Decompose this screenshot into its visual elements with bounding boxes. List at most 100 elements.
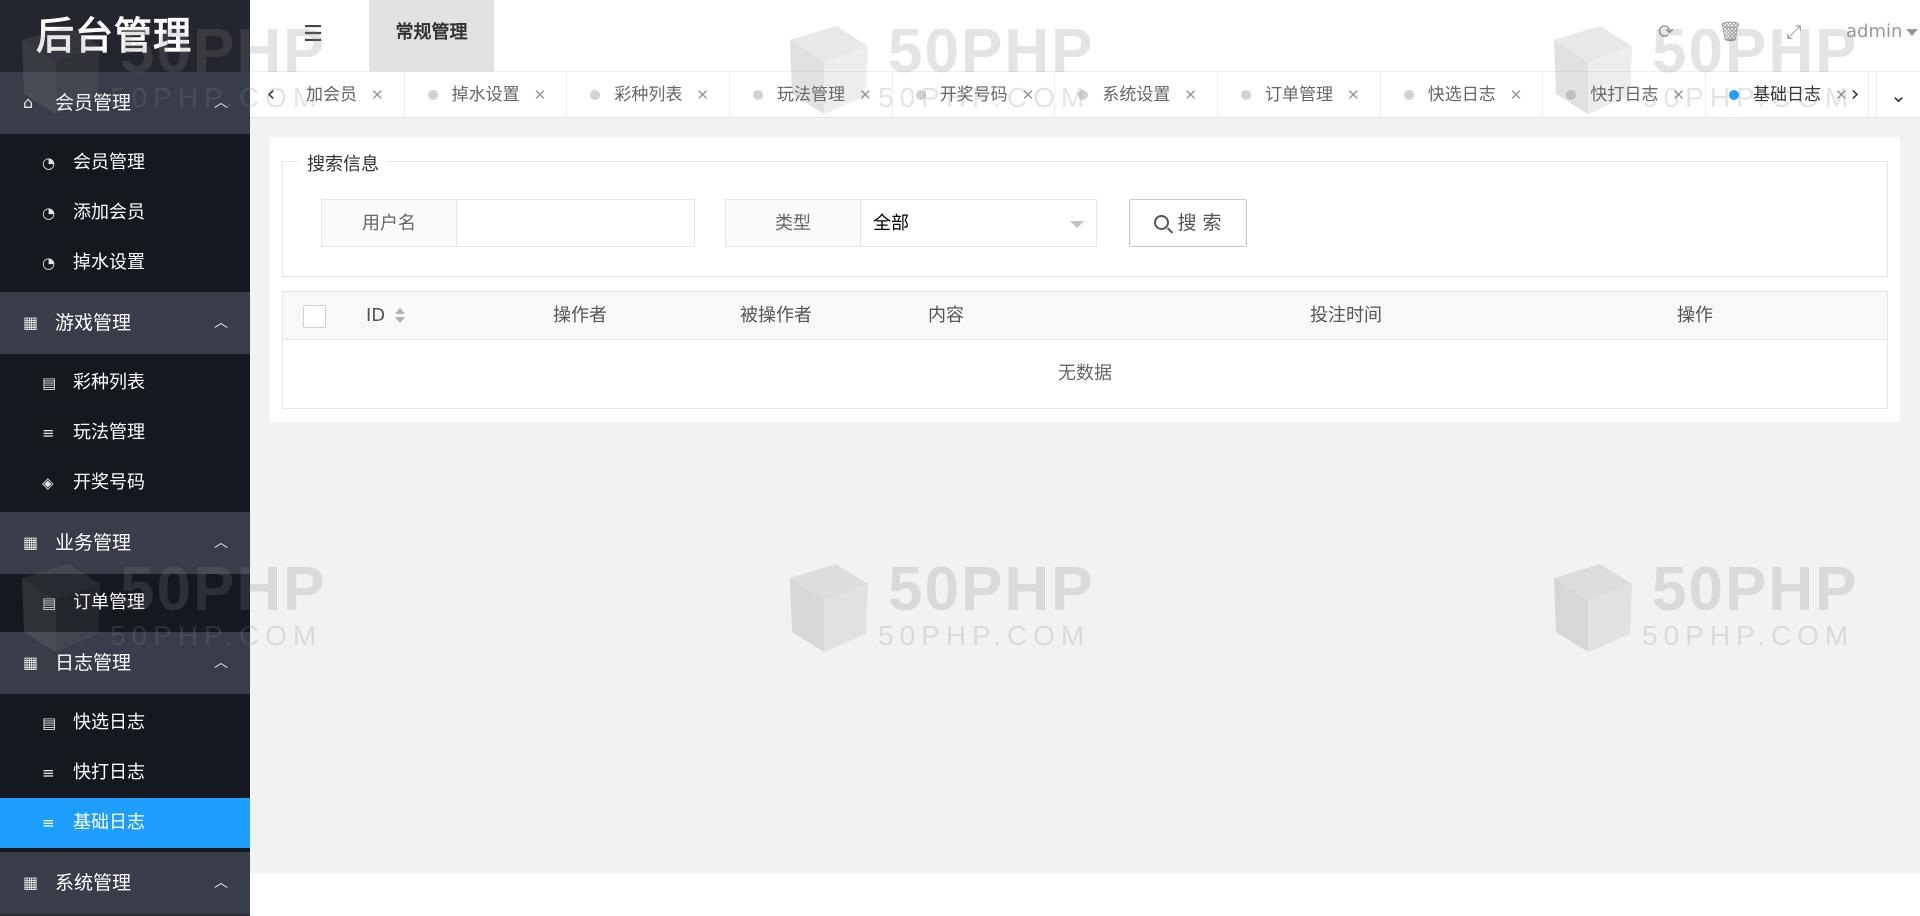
chevron-right-icon[interactable]: ›: [1834, 72, 1876, 118]
close-icon[interactable]: ✕: [1347, 86, 1360, 104]
tab-label: 快打日志: [1590, 85, 1659, 105]
tags-icon: ◈: [42, 474, 54, 492]
close-icon[interactable]: ✕: [1672, 86, 1685, 104]
bars-icon: ≡: [42, 814, 55, 832]
sidebar-item-lottery-list[interactable]: ▤ 彩种列表: [0, 358, 250, 408]
sidebar-item-label: 彩种列表: [73, 372, 145, 393]
sidebar-item-label: 快打日志: [73, 762, 145, 783]
sidebar-item-draw-numbers[interactable]: ◈ 开奖号码: [0, 458, 250, 508]
fullscreen-icon[interactable]: ⤢: [1782, 20, 1806, 44]
tab-dot: [1566, 90, 1577, 100]
tab-play-manage[interactable]: 玩法管理 ✕: [735, 72, 893, 118]
refresh-icon[interactable]: ⟳: [1654, 20, 1678, 44]
sidebar-item-label: 快选日志: [73, 712, 145, 733]
sidebar-item-label: 开奖号码: [73, 472, 145, 493]
tab-label: 加会员: [306, 85, 357, 105]
tab-quick-bet-log[interactable]: 快打日志 ✕: [1548, 72, 1706, 118]
tab-label: 系统设置: [1102, 85, 1171, 105]
sidebar-item-label: 会员管理: [73, 152, 145, 173]
calendar-icon: ▦: [23, 653, 39, 672]
search-button[interactable]: 搜 索: [1129, 199, 1247, 247]
column-header-content: 内容: [928, 305, 964, 326]
tab-label: 开奖号码: [939, 85, 1008, 105]
close-icon[interactable]: ✕: [696, 86, 709, 104]
top-nav-tab-general[interactable]: 常规管理: [369, 0, 494, 72]
close-icon[interactable]: ✕: [1510, 86, 1523, 104]
tab-dot: [915, 90, 926, 100]
nav-group-label: 会员管理: [55, 92, 132, 114]
sidebar-item-label: 玩法管理: [73, 422, 145, 443]
dashboard-icon: ◔: [42, 154, 56, 172]
close-icon[interactable]: ✕: [1184, 86, 1197, 104]
tab-label: 快选日志: [1427, 85, 1496, 105]
nav-group-business[interactable]: ▦ 业务管理 ︿: [0, 512, 250, 574]
nav-group-label: 游戏管理: [55, 312, 132, 334]
close-icon[interactable]: ✕: [371, 86, 384, 104]
chevron-up-icon: ︿: [214, 95, 228, 111]
tab-water-settings[interactable]: 掉水设置 ✕: [410, 72, 568, 118]
nav-sub-business: ▤ 订单管理: [0, 574, 250, 632]
close-icon[interactable]: ✕: [859, 86, 872, 104]
close-icon[interactable]: ✕: [1022, 86, 1035, 104]
sort-icon[interactable]: [395, 308, 406, 324]
sidebar: 后台管理 ⌂ 会员管理 ︿ ◔ 会员管理 ◔ 添加会员 ◔ 掉水设置 ▦ 游戏管…: [0, 0, 250, 916]
calendar-icon: ▦: [23, 873, 39, 892]
nav-group-game[interactable]: ▦ 游戏管理 ︿: [0, 292, 250, 354]
main-content: 搜索信息 用户名 类型 全部 搜 索 ID 操作者 被操作者 内容 投注时间 操…: [250, 118, 1920, 873]
sidebar-item-play-manage[interactable]: ≡ 玩法管理: [0, 408, 250, 458]
sidebar-item-quick-select-log[interactable]: ▤ 快选日志: [0, 698, 250, 748]
bars-icon: ≡: [42, 764, 55, 782]
calendar-icon: ▦: [23, 533, 39, 552]
type-select-value: 全部: [873, 213, 909, 234]
tab-dot: [1241, 90, 1252, 100]
sidebar-item-quick-bet-log[interactable]: ≡ 快打日志: [0, 748, 250, 798]
menu-icon[interactable]: ☰: [300, 22, 326, 48]
username-input[interactable]: [457, 199, 695, 247]
tab-dot: [1729, 90, 1740, 100]
nav-sub-log: ▤ 快选日志 ≡ 快打日志 ≡ 基础日志: [0, 694, 250, 852]
top-header: ☰ 常规管理 ⟳ 🗑 ⤢ admin: [250, 0, 1920, 72]
sidebar-item-add-member[interactable]: ◔ 添加会员: [0, 188, 250, 238]
nav-group-log[interactable]: ▦ 日志管理 ︿: [0, 632, 250, 694]
sidebar-item-water-settings[interactable]: ◔ 掉水设置: [0, 238, 250, 288]
chevron-left-icon[interactable]: ‹: [250, 72, 292, 118]
column-header-id[interactable]: ID: [366, 292, 406, 340]
sidebar-item-label: 掉水设置: [73, 252, 145, 273]
tab-draw-numbers[interactable]: 开奖号码 ✕: [898, 72, 1056, 118]
nav-group-member[interactable]: ⌂ 会员管理 ︿: [0, 72, 250, 134]
list-alt-icon: ▤: [42, 714, 57, 732]
close-icon[interactable]: ✕: [534, 86, 547, 104]
nav-group-label: 系统管理: [55, 872, 132, 894]
tab-label: 彩种列表: [614, 85, 683, 105]
tab-dot: [427, 90, 438, 100]
column-header-bet-time: 投注时间: [1310, 305, 1382, 326]
tab-dot: [1403, 90, 1414, 100]
type-select[interactable]: 全部: [861, 199, 1097, 247]
trash-icon[interactable]: 🗑: [1718, 20, 1742, 44]
tab-order-manage[interactable]: 订单管理 ✕: [1223, 72, 1381, 118]
type-label: 类型: [725, 199, 861, 247]
chevron-up-icon: ︿: [214, 535, 228, 551]
sidebar-item-label: 基础日志: [73, 812, 145, 833]
tab-system-settings[interactable]: 系统设置 ✕: [1060, 72, 1218, 118]
caret-down-icon: [1906, 28, 1919, 36]
tab-label: 订单管理: [1265, 85, 1334, 105]
user-menu[interactable]: admin: [1846, 21, 1919, 42]
sidebar-item-member-manage[interactable]: ◔ 会员管理: [0, 138, 250, 188]
tab-add-member[interactable]: 加会员 ✕: [292, 72, 405, 118]
sidebar-item-basic-log[interactable]: ≡ 基础日志: [0, 798, 250, 848]
app-logo: 后台管理: [0, 0, 250, 72]
tab-quick-select-log[interactable]: 快选日志 ✕: [1386, 72, 1544, 118]
nav-group-system[interactable]: ▦ 系统管理 ︿: [0, 852, 250, 914]
column-header-operator: 操作者: [553, 305, 607, 326]
sidebar-item-order-manage[interactable]: ▤ 订单管理: [0, 578, 250, 628]
select-all-checkbox[interactable]: [303, 305, 326, 328]
tab-lottery-list[interactable]: 彩种列表 ✕: [572, 72, 730, 118]
chevron-down-icon[interactable]: ⌄: [1876, 72, 1920, 118]
search-fieldset: 搜索信息 用户名 类型 全部 搜 索: [282, 150, 1888, 277]
column-label: ID: [366, 305, 386, 326]
tab-list: 加会员 ✕ 掉水设置 ✕ 彩种列表 ✕ 玩法管理 ✕ 开奖号码 ✕ 系统设置 ✕ 订单管理 ✕…: [292, 72, 1876, 118]
list-alt-icon: ▤: [42, 594, 57, 612]
empty-state: 无数据: [1058, 363, 1112, 384]
nav-group-label: 日志管理: [55, 652, 132, 674]
